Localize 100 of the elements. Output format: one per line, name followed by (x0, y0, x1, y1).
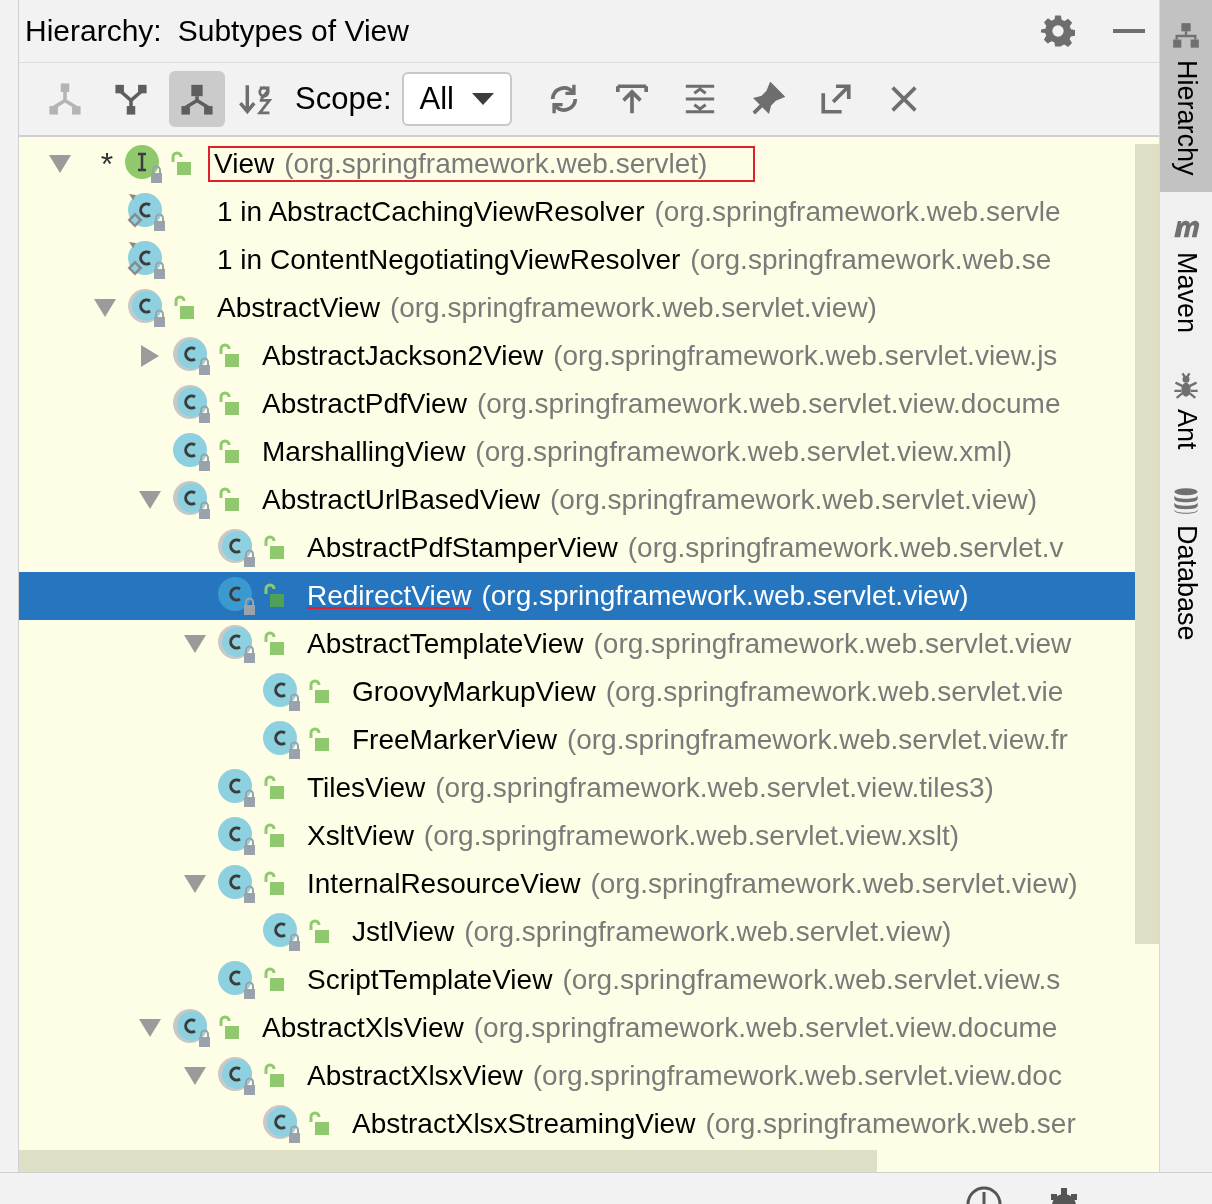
package-name: (org.springframework.web.servlet.view.js (553, 340, 1058, 372)
maven-tab[interactable]: Maven (1160, 191, 1212, 349)
tree-row[interactable]: AbstractPdfStamperView (org.springframework.web.servlet.v (19, 524, 1136, 572)
hierarchy-tab[interactable]: Hierarchy (1160, 0, 1212, 192)
open-padlock-icon (308, 919, 330, 945)
package-name: (org.springframework.web.servlet.v (627, 532, 1064, 564)
tree-row[interactable]: FreeMarkerView (org.springframework.web.servlet.view.fr (19, 716, 1136, 764)
class-name: MarshallingView (262, 436, 466, 468)
class-name: TilesView (307, 772, 426, 804)
open-padlock-icon (218, 439, 240, 465)
class-name: AbstractXlsxStreamingView (352, 1108, 696, 1140)
tree-row[interactable]: AbstractXlsView (org.springframework.web.servlet.view.docume (19, 1004, 1136, 1052)
panel-title: Hierarchy: (25, 14, 162, 48)
package-name: (org.springframework.web.servlet.view (593, 628, 1072, 660)
minimize-icon[interactable] (1113, 28, 1146, 34)
export-icon (614, 82, 649, 116)
tree-row[interactable]: 1 in ContentNegotiatingViewResolver (org.springframework.web.se (19, 236, 1136, 284)
class-name: JstlView (352, 916, 455, 948)
open-padlock-icon (263, 871, 285, 897)
package-name: (org.springframework.web.servlet.view.docume (473, 1012, 1058, 1044)
scope-label: Scope: (295, 81, 392, 117)
package-name: (org.springframework.web.servlet.view) (389, 292, 877, 324)
ant-tab[interactable]: Ant (1160, 348, 1212, 466)
tree-row[interactable]: GroovyMarkupView (org.springframework.web.servlet.vie (19, 668, 1136, 716)
class-name: AbstractXlsView (262, 1012, 464, 1044)
open-padlock-icon (263, 1063, 285, 1089)
tree-down-icon (114, 82, 148, 116)
package-name: (org.springframework.web.servlet) (284, 148, 708, 180)
class-name: XsltView (307, 820, 414, 852)
package-name: (org.springframework.web.servlet.vie (605, 676, 1064, 708)
package-name: (org.springframework.web.servlet.view) (590, 868, 1078, 900)
collapsed-arrow-icon[interactable] (140, 345, 159, 367)
tree-row[interactable]: AbstractUrlBasedView (org.springframework.web.servlet.view) (19, 476, 1136, 524)
pin-icon (750, 82, 785, 116)
package-name: (org.springframework.web.servlet.view.doc (532, 1060, 1062, 1092)
expanded-arrow-icon[interactable] (183, 1067, 206, 1085)
database-tab[interactable]: Database (1160, 465, 1212, 657)
expanded-arrow-icon[interactable] (138, 1019, 161, 1037)
package-name: (org.springframework.web.servlet.view) (464, 916, 952, 948)
tree-row[interactable]: ScriptTemplateView (org.springframework.web.servlet.view.s (19, 956, 1136, 1004)
class-name: AbstractPdfStamperView (307, 532, 618, 564)
tree-row[interactable]: 1 in AbstractCachingViewResolver (org.springframework.web.servle (19, 188, 1136, 236)
ant-icon (1172, 370, 1200, 399)
tree-row[interactable]: RedirectView (org.springframework.web.servlet.view) (19, 572, 1136, 620)
tree-row[interactable]: MarshallingView (org.springframework.web.servlet.view.xml) (19, 428, 1136, 476)
tree-row[interactable]: AbstractPdfView (org.springframework.web.servlet.view.docume (19, 380, 1136, 428)
open-padlock-icon (218, 1015, 240, 1041)
tree-row[interactable]: XsltView (org.springframework.web.servlet.view.xslt) (19, 812, 1136, 860)
tree-row[interactable]: * View (org.springframework.web.servlet) (19, 140, 1136, 188)
package-name: (org.springframework.web.servlet.view.tiles3) (435, 772, 994, 804)
tree-row[interactable]: JstlView (org.springframework.web.servlet.view) (19, 908, 1136, 956)
class-name: View (214, 148, 275, 180)
expanded-arrow-icon[interactable] (48, 155, 71, 173)
class-name: ScriptTemplateView (307, 964, 553, 996)
expanded-arrow-icon[interactable] (93, 299, 116, 317)
horizontal-scrollbar[interactable] (19, 1150, 877, 1172)
base-marker: * (99, 145, 115, 183)
open-padlock-icon (263, 775, 285, 801)
scope-dropdown[interactable]: All (401, 72, 512, 126)
caret-icon (471, 93, 494, 105)
tree-row[interactable]: AbstractJackson2View (org.springframework.web.servlet.view.js (19, 332, 1136, 380)
class-name: AbstractJackson2View (262, 340, 544, 372)
clock-icon[interactable] (966, 1184, 1002, 1204)
tree-row[interactable]: AbstractXlsxStreamingView (org.springframework.web.ser (19, 1100, 1136, 1148)
class-name: RedirectView (307, 580, 472, 612)
open-padlock-icon (263, 967, 285, 993)
open-padlock-icon (308, 727, 330, 753)
open-padlock-icon (263, 583, 285, 609)
package-name: (org.springframework.web.servlet.view.docume (476, 388, 1061, 420)
sort-alpha-icon[interactable] (239, 82, 275, 116)
tree-up-icon (48, 82, 82, 116)
database-icon (1172, 487, 1200, 516)
open-padlock-icon (263, 823, 285, 849)
class-name: AbstractXlsxView (307, 1060, 523, 1092)
package-name: (org.springframework.web.servlet.view.s (562, 964, 1061, 996)
class-name: GroovyMarkupView (352, 676, 596, 708)
hierarchy-icon (1172, 22, 1200, 50)
vertical-scrollbar[interactable] (1135, 144, 1160, 944)
package-name: (org.springframework.web.servlet.view) (481, 580, 969, 612)
class-name: 1 in ContentNegotiatingViewResolver (217, 244, 681, 276)
tree-row[interactable]: AbstractTemplateView (org.springframework.web.servlet.view (19, 620, 1136, 668)
tree-row[interactable]: AbstractXlsxView (org.springframework.web.servlet.view.doc (19, 1052, 1136, 1100)
hierarchy-button[interactable] (169, 71, 225, 127)
tree-row[interactable]: TilesView (org.springframework.web.servlet.view.tiles3) (19, 764, 1136, 812)
expanded-arrow-icon[interactable] (138, 491, 161, 509)
package-name: (org.springframework.web.servlet.view.xml) (475, 436, 1013, 468)
tree-row[interactable]: AbstractView (org.springframework.web.servlet.view) (19, 284, 1136, 332)
expanded-arrow-icon[interactable] (183, 875, 206, 893)
open-padlock-icon (308, 1111, 330, 1137)
open-padlock-icon (218, 487, 240, 513)
class-name: AbstractUrlBasedView (262, 484, 541, 516)
expanded-arrow-icon[interactable] (183, 635, 206, 653)
package-name: (org.springframework.web.servlet.view.xslt) (423, 820, 960, 852)
open-icon (818, 82, 853, 116)
package-name: (org.springframework.web.servle (654, 196, 1061, 228)
tree-row[interactable]: InternalResourceView (org.springframework.web.servlet.view) (19, 860, 1136, 908)
open-padlock-icon (263, 535, 285, 561)
class-name: AbstractView (217, 292, 380, 324)
package-name: (org.springframework.web.servlet.view.fr (566, 724, 1068, 756)
open-padlock-icon (308, 679, 330, 705)
